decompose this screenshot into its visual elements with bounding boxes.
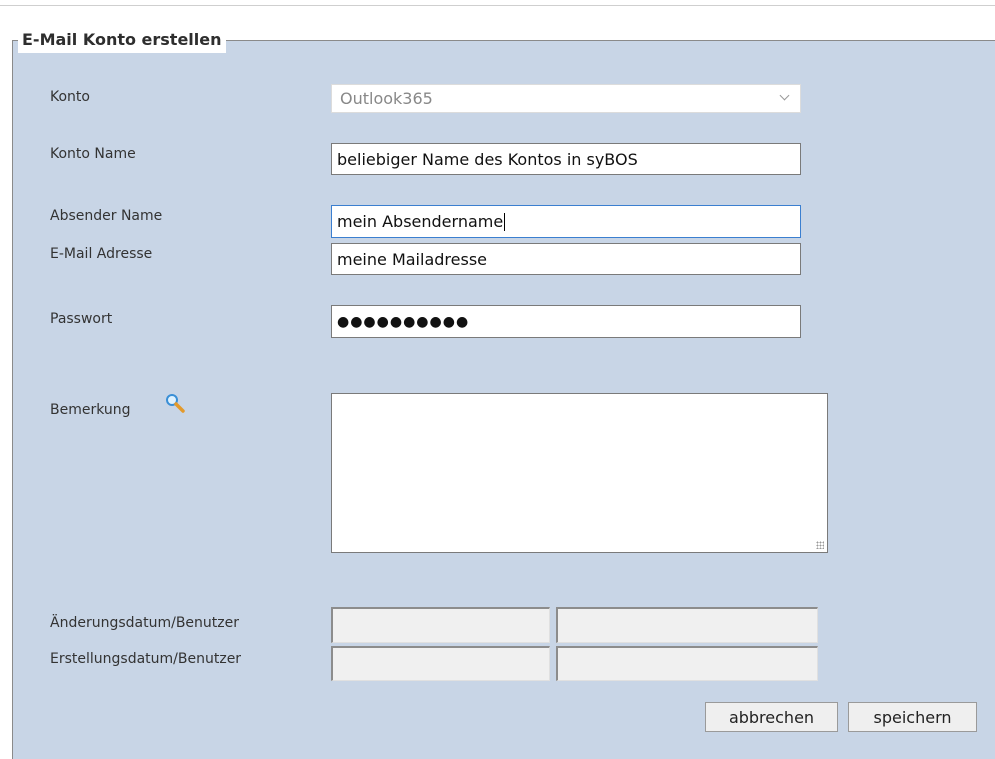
chevron-down-icon <box>779 90 790 101</box>
form-title: E-Mail Konto erstellen <box>18 27 226 53</box>
konto-select[interactable]: Outlook365 <box>331 84 801 113</box>
magnifier-icon[interactable] <box>164 392 186 414</box>
email-value: meine Mailadresse <box>337 249 487 269</box>
aenderung-label: Änderungsdatum/Benutzer <box>50 615 239 631</box>
bemerkung-label: Bemerkung <box>50 402 131 418</box>
aenderung-benutzer-field <box>556 607 818 643</box>
konto-select-value: Outlook365 <box>340 89 433 108</box>
erstellung-benutzer-field <box>556 646 818 681</box>
email-input[interactable]: meine Mailadresse <box>331 243 801 275</box>
passwort-input[interactable]: ●●●●●●●●●● <box>331 305 801 338</box>
resize-grip-icon[interactable] <box>816 541 824 549</box>
konto-name-label: Konto Name <box>50 146 136 162</box>
email-label: E-Mail Adresse <box>50 246 153 262</box>
erstellung-datum-field <box>331 646 550 681</box>
konto-label: Konto <box>50 89 90 105</box>
erstellung-label: Erstellungsdatum/Benutzer <box>50 651 242 667</box>
cancel-button[interactable]: abbrechen <box>705 702 838 732</box>
passwort-label: Passwort <box>50 311 113 327</box>
absender-name-input[interactable]: mein Absendername <box>331 205 801 238</box>
save-button[interactable]: speichern <box>848 702 977 732</box>
bemerkung-textarea[interactable] <box>331 393 828 553</box>
konto-name-value: beliebiger Name des Kontos in syBOS <box>337 149 638 169</box>
aenderung-datum-field <box>331 607 550 643</box>
top-divider <box>0 5 995 6</box>
absender-name-value: mein Absendername <box>337 212 504 231</box>
passwort-value: ●●●●●●●●●● <box>337 313 470 330</box>
konto-name-input[interactable]: beliebiger Name des Kontos in syBOS <box>331 143 801 175</box>
text-cursor <box>504 212 506 231</box>
absender-name-label: Absender Name <box>50 208 163 224</box>
